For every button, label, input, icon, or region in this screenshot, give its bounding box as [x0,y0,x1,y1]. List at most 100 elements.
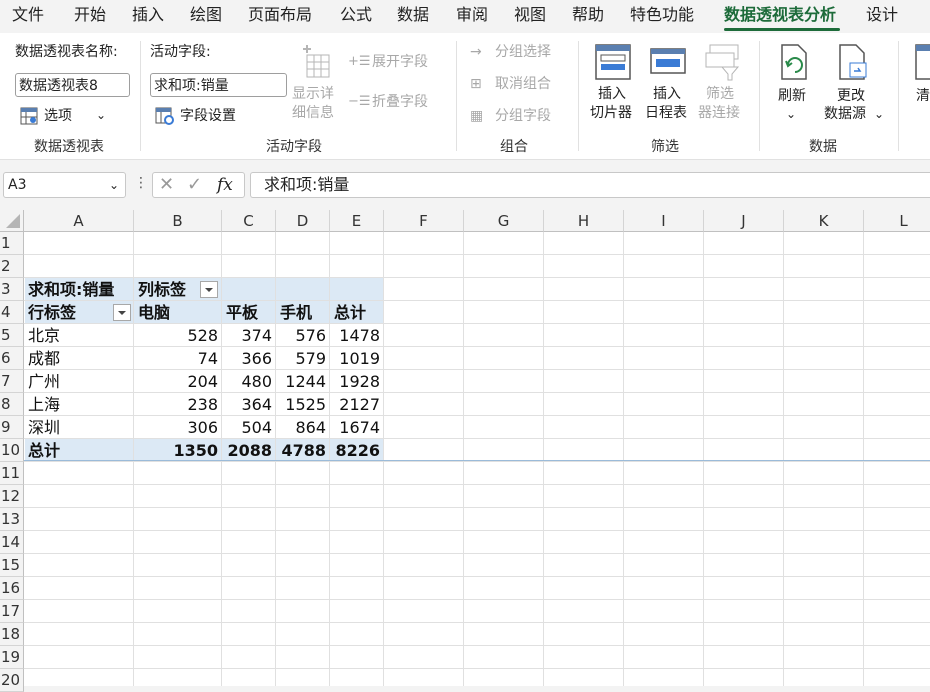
row-header[interactable]: 10 [0,439,24,462]
select-all-corner[interactable] [0,210,24,232]
clear-button[interactable]: 清 [912,41,930,131]
row-header[interactable]: 15 [0,554,24,577]
menu-draw[interactable]: 绘图 [190,5,222,25]
pivot-name-input[interactable]: 数据透视表8 [15,73,130,97]
field-settings-button[interactable]: 字段设置 [153,106,263,128]
pivot-value[interactable]: 504 [222,416,272,439]
pivot-value[interactable]: 364 [222,393,272,416]
pivot-value[interactable]: 864 [276,416,326,439]
row-filter-button[interactable] [113,304,131,321]
insert-slicer-button[interactable]: 插入 切片器 [588,41,638,125]
menu-formulas[interactable]: 公式 [340,5,372,25]
column-header-e[interactable]: E [330,210,384,232]
pivot-value[interactable]: 238 [134,393,218,416]
pivot-col-header[interactable]: 总计 [334,301,366,324]
row-header[interactable]: 2 [0,255,24,278]
column-header-c[interactable]: C [222,210,276,232]
menu-review[interactable]: 审阅 [456,5,488,25]
refresh-button[interactable]: 刷新 ⌄ [772,41,816,131]
pivot-total-value[interactable]: 2088 [222,439,272,462]
column-header-g[interactable]: G [464,210,544,232]
pivot-value[interactable]: 1928 [330,370,380,393]
pivot-value[interactable]: 480 [222,370,272,393]
pivot-value[interactable]: 1019 [330,347,380,370]
pivot-total-value[interactable]: 4788 [276,439,326,462]
pivot-col-header[interactable]: 电脑 [138,301,170,324]
column-header-a[interactable]: A [24,210,134,232]
pivot-value-header[interactable]: 求和项:销量 [28,278,114,301]
options-button[interactable]: 选项 ⌄ [18,106,118,128]
active-field-input[interactable]: 求和项:销量 [150,73,287,97]
column-header-f[interactable]: F [384,210,464,232]
pivot-column-labels-header[interactable]: 列标签 [138,278,186,301]
pivot-value[interactable]: 576 [276,324,326,347]
pivot-col-header[interactable]: 手机 [280,301,312,324]
expand-field-button[interactable]: +☰ 展开字段 [348,53,448,73]
menu-insert[interactable]: 插入 [132,5,164,25]
pivot-total-label[interactable]: 总计 [28,439,60,462]
insert-timeline-button[interactable]: 插入 日程表 [643,41,693,125]
pivot-row-label[interactable]: 成都 [28,347,60,370]
group-field-button[interactable]: ▦ 分组字段 [470,107,570,127]
pivot-row-label[interactable]: 北京 [28,324,60,347]
row-header[interactable]: 20 [0,669,24,692]
pivot-row-labels-header[interactable]: 行标签 [28,301,76,324]
row-header[interactable]: 18 [0,623,24,646]
menu-special[interactable]: 特色功能 [630,5,694,25]
name-box[interactable]: A3 ⌄ [3,172,126,198]
column-filter-button[interactable] [200,281,218,298]
pivot-row-label[interactable]: 上海 [28,393,60,416]
pivot-value[interactable]: 374 [222,324,272,347]
pivot-row-label[interactable]: 深圳 [28,416,60,439]
row-header[interactable]: 12 [0,485,24,508]
menu-help[interactable]: 帮助 [572,5,604,25]
pivot-value[interactable]: 1244 [276,370,326,393]
pivot-total-value[interactable]: 8226 [330,439,380,462]
group-selection-button[interactable]: → 分组选择 [470,43,570,63]
menu-page-layout[interactable]: 页面布局 [248,5,312,25]
pivot-total-value[interactable]: 1350 [134,439,218,462]
row-header[interactable]: 17 [0,600,24,623]
pivot-value[interactable]: 306 [134,416,218,439]
row-header[interactable]: 11 [0,462,24,485]
row-header[interactable]: 1 [0,232,24,255]
show-detail-button[interactable]: 显示详 细信息 [290,43,342,123]
ungroup-button[interactable]: ⊞ 取消组合 [470,75,570,95]
menu-file[interactable]: 文件 [12,5,44,25]
formula-input[interactable]: 求和项:销量 [250,172,930,198]
pivot-col-header[interactable]: 平板 [226,301,258,324]
check-icon[interactable]: ✓ [187,174,202,195]
pivot-value[interactable]: 204 [134,370,218,393]
row-header[interactable]: 7 [0,370,24,393]
row-header[interactable]: 14 [0,531,24,554]
menu-data[interactable]: 数据 [397,5,429,25]
column-header-l[interactable]: L [864,210,930,232]
pivot-value[interactable]: 366 [222,347,272,370]
pivot-value[interactable]: 1478 [330,324,380,347]
pivot-value[interactable]: 1525 [276,393,326,416]
column-header-h[interactable]: H [544,210,624,232]
row-header[interactable]: 19 [0,646,24,669]
row-header[interactable]: 6 [0,347,24,370]
fx-icon[interactable]: fx [217,175,233,195]
row-header[interactable]: 13 [0,508,24,531]
column-header-d[interactable]: D [276,210,330,232]
column-header-k[interactable]: K [784,210,864,232]
pivot-value[interactable]: 579 [276,347,326,370]
menu-design[interactable]: 设计 [866,5,898,25]
pivot-value[interactable]: 528 [134,324,218,347]
pivot-value[interactable]: 2127 [330,393,380,416]
row-header[interactable]: 4 [0,301,24,324]
pivot-value[interactable]: 1674 [330,416,380,439]
pivot-value[interactable]: 74 [134,347,218,370]
pivot-row-label[interactable]: 广州 [28,370,60,393]
row-header[interactable]: 16 [0,577,24,600]
filter-connections-button[interactable]: 筛选 器连接 [698,41,748,125]
row-header[interactable]: 8 [0,393,24,416]
row-header[interactable]: 3 [0,278,24,301]
more-options-icon[interactable]: ⋮ [134,175,148,191]
column-header-b[interactable]: B [134,210,222,232]
collapse-field-button[interactable]: −☰ 折叠字段 [348,93,448,113]
column-header-j[interactable]: J [704,210,784,232]
menu-pivot-analyze[interactable]: 数据透视表分析 [724,5,836,25]
